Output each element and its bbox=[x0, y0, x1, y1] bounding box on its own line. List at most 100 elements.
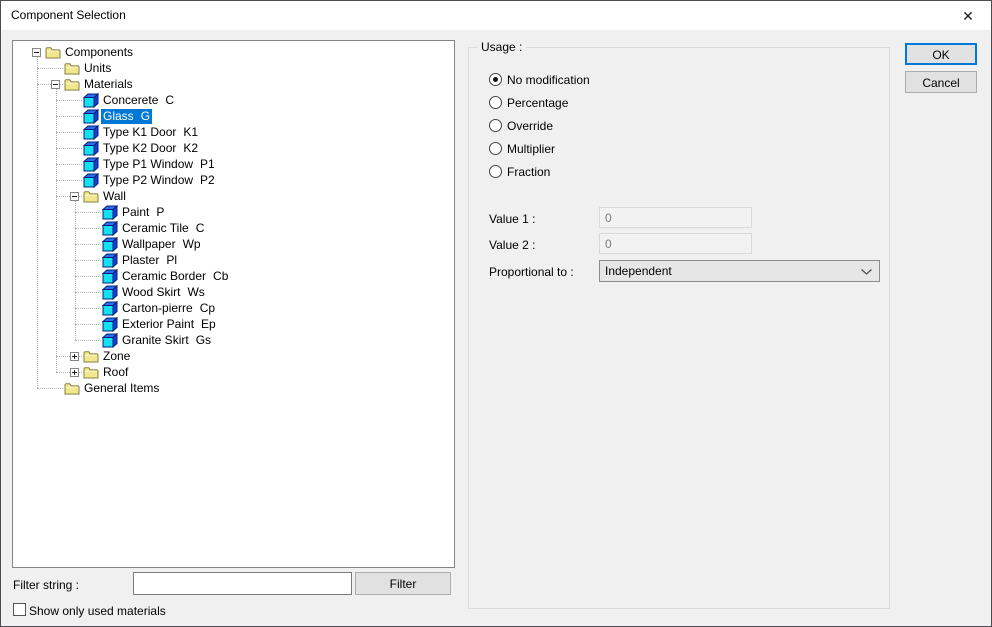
filter-button[interactable]: Filter bbox=[355, 572, 451, 595]
tree-item-label[interactable]: Exterior Paint Ep bbox=[120, 317, 218, 332]
tree-item-label[interactable]: Type K1 Door K1 bbox=[101, 125, 200, 140]
component-tree: Components Units Materials Concerete C Gl… bbox=[12, 40, 455, 568]
tree-item: Components bbox=[13, 44, 452, 60]
tree-connector-line bbox=[74, 244, 101, 245]
tree-connector-line bbox=[55, 148, 82, 149]
usage-groupbox: Usage : No modification Percentage Overrid… bbox=[468, 40, 890, 609]
radio-unselected-icon[interactable] bbox=[489, 96, 502, 109]
tree-item-label[interactable]: Wallpaper Wp bbox=[120, 237, 203, 252]
tree-item: Type K2 Door K2 bbox=[13, 140, 452, 157]
tree-item: Paint P bbox=[13, 204, 452, 221]
radio-dot bbox=[493, 77, 498, 82]
tree-connector-line bbox=[55, 116, 82, 117]
tree-item: Granite Skirt Gs bbox=[13, 332, 452, 349]
tree-item-label[interactable]: Granite Skirt Gs bbox=[120, 333, 213, 348]
tree-item-label[interactable]: Roof bbox=[101, 365, 130, 380]
tree-connector-line bbox=[74, 201, 76, 340]
tree-connector-line bbox=[74, 260, 101, 261]
tree-connector-line bbox=[36, 388, 63, 389]
tree-item: Exterior Paint Ep bbox=[13, 316, 452, 333]
radio-option-label: Fraction bbox=[507, 165, 551, 179]
folder-icon bbox=[64, 382, 80, 400]
tree-connector-line bbox=[55, 180, 82, 181]
value2-label: Value 2 : bbox=[489, 238, 536, 252]
tree-item: Carton-pierre Cp bbox=[13, 300, 452, 317]
tree-item-label[interactable]: Zone bbox=[101, 349, 132, 364]
value1-label: Value 1 : bbox=[489, 212, 536, 226]
window-title: Component Selection bbox=[11, 8, 126, 22]
tree-connector-line bbox=[36, 57, 38, 388]
tree-item: Units bbox=[13, 60, 452, 76]
tree-connector-line bbox=[55, 100, 82, 101]
tree-item: Materials bbox=[13, 76, 452, 92]
proportional-to-value: Independent bbox=[605, 264, 672, 278]
usage-group-label: Usage : bbox=[477, 40, 527, 54]
tree-item-label[interactable]: Materials bbox=[82, 77, 135, 92]
tree-item: Concerete C bbox=[13, 92, 452, 109]
ok-button[interactable]: OK bbox=[905, 43, 977, 65]
show-only-used-checkbox[interactable] bbox=[13, 603, 26, 616]
value2-input[interactable] bbox=[599, 233, 752, 254]
tree-item: Wall bbox=[13, 188, 452, 204]
tree-item-label[interactable]: Paint P bbox=[120, 205, 166, 220]
tree-item-label[interactable]: General Items bbox=[82, 381, 161, 396]
tree-item: Glass G bbox=[13, 108, 452, 125]
tree-item: Ceramic Border Cb bbox=[13, 268, 452, 285]
component-selection-dialog: Component Selection ✕ Components Units M… bbox=[0, 0, 992, 627]
tree-item-label[interactable]: Wood Skirt Ws bbox=[120, 285, 207, 300]
tree-collapse-icon[interactable] bbox=[51, 80, 60, 89]
radio-option-label: Percentage bbox=[507, 96, 569, 110]
radio-option-label: Multiplier bbox=[507, 142, 556, 156]
tree-expand-icon[interactable] bbox=[70, 352, 79, 361]
tree-item: Roof bbox=[13, 364, 452, 380]
tree-collapse-icon[interactable] bbox=[70, 192, 79, 201]
tree-item: Plaster Pl bbox=[13, 252, 452, 269]
tree-item-label[interactable]: Units bbox=[82, 61, 113, 76]
tree-item: Type P2 Window P2 bbox=[13, 172, 452, 189]
tree-item: Wood Skirt Ws bbox=[13, 284, 452, 301]
proportional-to-label: Proportional to : bbox=[489, 265, 574, 279]
radio-selected-icon[interactable] bbox=[489, 73, 502, 86]
tree-item-label[interactable]: Type P1 Window P1 bbox=[101, 157, 217, 172]
filter-string-label: Filter string : bbox=[13, 578, 80, 592]
radio-unselected-icon[interactable] bbox=[489, 142, 502, 155]
cancel-button[interactable]: Cancel bbox=[905, 71, 977, 93]
tree-item: Type P1 Window P1 bbox=[13, 156, 452, 173]
tree-item-label[interactable]: Glass G bbox=[101, 109, 153, 124]
tree-item-label[interactable]: Type K2 Door K2 bbox=[101, 141, 200, 156]
chevron-down-icon bbox=[861, 269, 872, 275]
radio-option-label: No modification bbox=[507, 73, 590, 87]
value1-input[interactable] bbox=[599, 207, 752, 228]
show-only-used-label: Show only used materials bbox=[29, 604, 166, 618]
tree-item-label[interactable]: Concerete C bbox=[101, 93, 176, 108]
close-icon[interactable]: ✕ bbox=[957, 6, 979, 26]
tree-item: Ceramic Tile C bbox=[13, 220, 452, 237]
tree-connector-line bbox=[55, 89, 57, 372]
tree-item-label[interactable]: Carton-pierre Cp bbox=[120, 301, 217, 316]
tree-collapse-icon[interactable] bbox=[32, 48, 41, 57]
proportional-to-select[interactable]: Independent bbox=[599, 260, 880, 282]
tree-connector-line bbox=[74, 292, 101, 293]
tree-item-label[interactable]: Plaster Pl bbox=[120, 253, 179, 268]
title-bar: Component Selection ✕ bbox=[1, 1, 991, 30]
tree-connector-line bbox=[36, 68, 63, 69]
tree-item-label[interactable]: Ceramic Border Cb bbox=[120, 269, 230, 284]
radio-unselected-icon[interactable] bbox=[489, 165, 502, 178]
tree-expand-icon[interactable] bbox=[70, 368, 79, 377]
tree-item-label[interactable]: Wall bbox=[101, 189, 128, 204]
filter-input[interactable] bbox=[133, 572, 352, 595]
tree-connector-line bbox=[74, 228, 101, 229]
tree-item-label[interactable]: Ceramic Tile C bbox=[120, 221, 206, 236]
tree-item-label[interactable]: Type P2 Window P2 bbox=[101, 173, 217, 188]
tree-item: Type K1 Door K1 bbox=[13, 124, 452, 141]
tree-item: Wallpaper Wp bbox=[13, 236, 452, 253]
radio-unselected-icon[interactable] bbox=[489, 119, 502, 132]
tree-connector-line bbox=[74, 340, 101, 341]
tree-item: General Items bbox=[13, 380, 452, 396]
tree-connector-line bbox=[55, 164, 82, 165]
tree-item-label[interactable]: Components bbox=[63, 45, 135, 60]
radio-option-label: Override bbox=[507, 119, 554, 133]
tree-connector-line bbox=[74, 212, 101, 213]
tree-connector-line bbox=[74, 276, 101, 277]
tree-connector-line bbox=[74, 308, 101, 309]
